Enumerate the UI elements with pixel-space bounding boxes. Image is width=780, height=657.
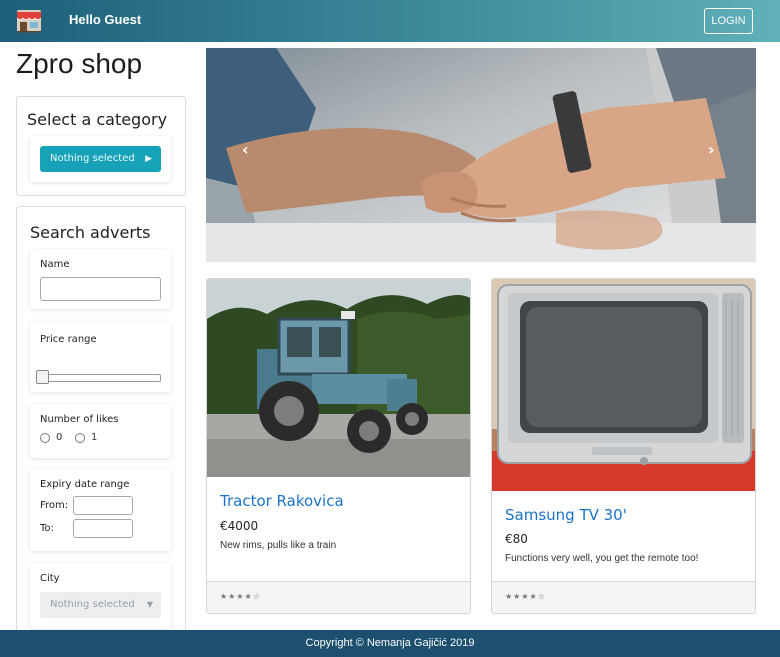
category-panel-title: Select a category [27,110,168,129]
search-panel-title: Search adverts [30,223,151,242]
price-range-label: Price range [40,334,97,345]
price-slider-handle[interactable] [36,370,49,384]
city-select[interactable]: Nothing selected ▼ [40,592,161,618]
name-input[interactable] [40,277,161,301]
search-panel: Search adverts Name Price range Number o… [16,206,186,646]
product-title[interactable]: Samsung TV 30' [505,506,627,524]
price-filter-card: Price range [30,322,171,392]
price-range-slider[interactable] [40,374,161,382]
to-label: To: [40,523,54,534]
tractor-image [207,279,470,477]
caret-down-icon: ▼ [146,600,153,609]
likes-filter-card: Number of likes 0 1 [30,404,171,458]
page-title: Zpro shop [16,48,143,79]
name-filter-card: Name [30,249,171,309]
product-image[interactable] [207,279,470,477]
category-select-card: Nothing selected ▶ [30,136,171,182]
rating-stars: ★★★★☆ [220,592,261,601]
expiry-from-input[interactable] [73,496,133,515]
product-footer: ★★★★☆ [207,581,470,613]
product-image[interactable] [492,279,755,491]
category-panel: Select a category Nothing selected ▶ [16,96,186,196]
product-price: €4000 [220,519,259,533]
expiry-filter-card: Expiry date range From: To: [30,469,171,551]
category-select[interactable]: Nothing selected ▶ [40,146,161,172]
product-footer: ★★★★☆ [492,581,755,613]
likes-option-0-label: 0 [56,432,63,443]
city-select-value: Nothing selected [50,599,135,610]
likes-radio-0[interactable] [40,433,50,443]
category-select-value: Nothing selected [50,153,135,164]
product-price: €80 [505,532,528,546]
product-description: Functions very well, you get the remote … [505,553,699,564]
chevron-right-icon[interactable]: › [708,140,715,159]
likes-option-1-label: 1 [91,432,98,443]
city-label: City [40,573,60,584]
top-navbar: Hello Guest LOGIN [0,0,780,42]
product-card[interactable]: Tractor Rakovica €4000 New rims, pulls l… [206,278,471,614]
shop-icon[interactable] [16,9,42,33]
name-label: Name [40,259,70,270]
hero-carousel[interactable]: ‹ › [206,48,756,262]
expiry-label: Expiry date range [40,479,130,490]
login-button[interactable]: LOGIN [704,8,753,34]
city-filter-card: City Nothing selected ▼ [30,563,171,629]
product-description: New rims, pulls like a train [220,540,337,551]
page-footer: Copyright © Nemanja Gajičić 2019 [0,630,780,657]
expiry-to-input[interactable] [73,519,133,538]
from-label: From: [40,500,69,511]
product-card[interactable]: Samsung TV 30' €80 Functions very well, … [491,278,756,614]
handshake-image [206,48,756,262]
chevron-right-icon: ▶ [145,154,152,164]
product-title[interactable]: Tractor Rakovica [220,492,344,510]
rating-stars: ★★★★☆ [505,592,546,601]
chevron-left-icon[interactable]: ‹ [242,140,249,159]
likes-radio-1[interactable] [75,433,85,443]
tv-image [492,279,755,491]
greeting-text: Hello Guest [69,12,142,27]
likes-label: Number of likes [40,414,119,425]
